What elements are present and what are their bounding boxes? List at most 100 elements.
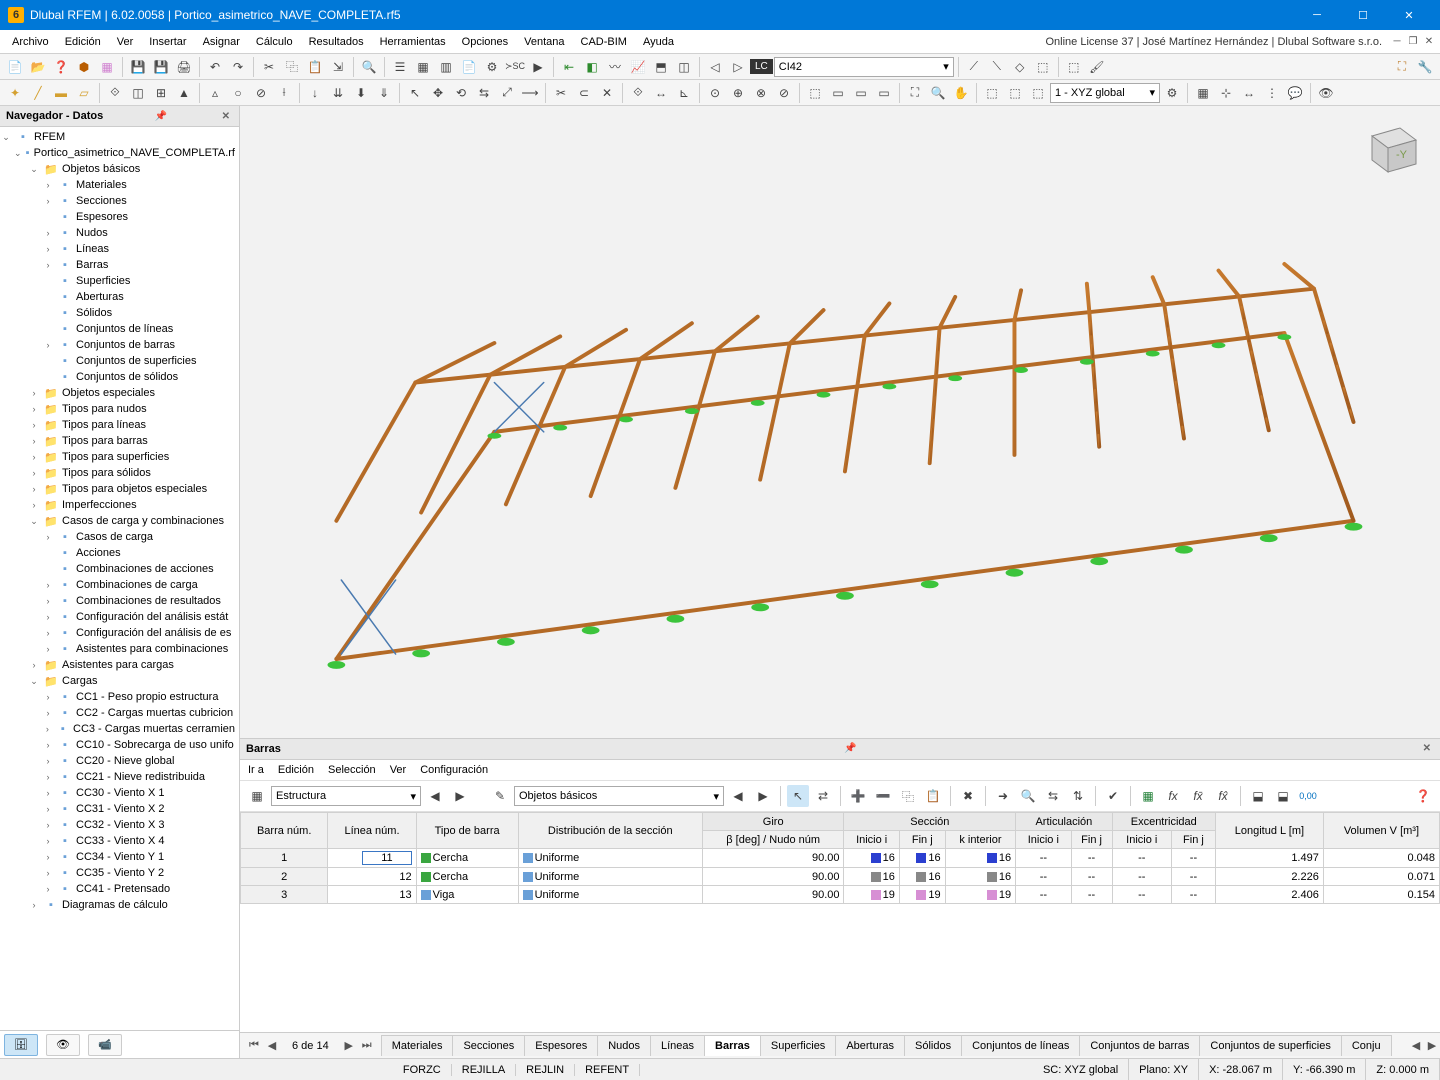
- tree-item[interactable]: ›▪Secciones: [0, 193, 239, 209]
- sc-label-button[interactable]: ≻SC: [504, 56, 526, 78]
- tree-item[interactable]: ›▪CC1 - Peso propio estructura: [0, 689, 239, 705]
- table-cell[interactable]: 1.497: [1215, 849, 1323, 868]
- row-header[interactable]: 2: [241, 868, 328, 886]
- tree-item[interactable]: ⌄▪RFEM: [0, 129, 239, 145]
- find-table-button[interactable]: 🔍: [1017, 785, 1039, 807]
- tab-first-button[interactable]: ⏮: [246, 1038, 262, 1054]
- tree-expander-icon[interactable]: ›: [28, 420, 40, 430]
- table-row[interactable]: 212CerchaUniforme90.00161616--------2.22…: [241, 868, 1440, 886]
- tree-expander-icon[interactable]: ›: [28, 468, 40, 478]
- tree-expander-icon[interactable]: ›: [42, 724, 53, 734]
- tree-expander-icon[interactable]: ›: [42, 228, 54, 238]
- new-node-button[interactable]: ✦: [4, 82, 26, 104]
- measure-2-button[interactable]: ↔: [650, 82, 672, 104]
- table-button[interactable]: ▦: [412, 56, 434, 78]
- coord-system-combo[interactable]: 1 - XYZ global▾: [1050, 83, 1160, 103]
- tabs-scroll-right[interactable]: ▶: [1424, 1038, 1440, 1054]
- tree-expander-icon[interactable]: ›: [42, 532, 54, 542]
- tree-item[interactable]: ›▪Configuración del análisis de es: [0, 625, 239, 641]
- tree-item[interactable]: ›📁Tipos para líneas: [0, 417, 239, 433]
- tree-item[interactable]: ▪Sólidos: [0, 305, 239, 321]
- addon-2-button[interactable]: 🔧: [1414, 56, 1436, 78]
- intersect-button[interactable]: ✕: [596, 82, 618, 104]
- tree-item[interactable]: ⌄📁Casos de carga y combinaciones: [0, 513, 239, 529]
- tree-expander-icon[interactable]: ⌄: [28, 676, 40, 687]
- new-file-button[interactable]: 📄: [4, 56, 26, 78]
- axes-button[interactable]: ⊹: [1215, 82, 1237, 104]
- nav-display-tab[interactable]: 👁: [46, 1034, 80, 1056]
- new-surface-button[interactable]: ▱: [73, 82, 95, 104]
- table-cell[interactable]: Uniforme: [518, 868, 702, 886]
- view-y-button[interactable]: ▭: [850, 82, 872, 104]
- tree-item[interactable]: ›📁Objetos especiales: [0, 385, 239, 401]
- table-cell[interactable]: 90.00: [702, 849, 844, 868]
- select-mode-button[interactable]: ↖: [787, 785, 809, 807]
- table-tab[interactable]: Conjuntos de líneas: [961, 1035, 1080, 1056]
- tree-expander-icon[interactable]: ⌄: [28, 516, 40, 527]
- table-cell[interactable]: 90.00: [702, 886, 844, 904]
- lc-prev-button[interactable]: ◁: [704, 56, 726, 78]
- new-line-button[interactable]: ╱: [27, 82, 49, 104]
- tree-item[interactable]: ›▪CC21 - Nieve redistribuida: [0, 769, 239, 785]
- row-header[interactable]: 1: [241, 849, 328, 868]
- table-nav-button[interactable]: ▦: [246, 785, 268, 807]
- tree-expander-icon[interactable]: ›: [42, 788, 54, 798]
- table-cell[interactable]: --: [1016, 849, 1071, 868]
- panel-menu-ver[interactable]: Ver: [390, 764, 407, 776]
- comment-button[interactable]: 💬: [1284, 82, 1306, 104]
- table-cell[interactable]: 16: [899, 849, 945, 868]
- tree-item[interactable]: ›▪Conjuntos de barras: [0, 337, 239, 353]
- measure-3-button[interactable]: ⊾: [673, 82, 695, 104]
- replace-button[interactable]: ⇆: [1042, 785, 1064, 807]
- save-button[interactable]: 💾: [127, 56, 149, 78]
- menu-ayuda[interactable]: Ayuda: [635, 32, 682, 52]
- display-button[interactable]: 👁: [1315, 82, 1337, 104]
- tree-expander-icon[interactable]: ›: [42, 180, 54, 190]
- cut-button[interactable]: ✂: [258, 56, 280, 78]
- tree-item[interactable]: ›▪CC20 - Nieve global: [0, 753, 239, 769]
- table-prev2-button[interactable]: ◀: [727, 785, 749, 807]
- report-button[interactable]: 📄: [458, 56, 480, 78]
- paint-button[interactable]: 🖌: [1086, 56, 1108, 78]
- insert-row-button[interactable]: ➕: [847, 785, 869, 807]
- table-cell[interactable]: 2.406: [1215, 886, 1323, 904]
- deformation-button[interactable]: 〰: [604, 56, 626, 78]
- filter-3-button[interactable]: ◇: [1009, 56, 1031, 78]
- menu-asignar[interactable]: Asignar: [195, 32, 248, 52]
- snap-3-button[interactable]: ⊗: [750, 82, 772, 104]
- panel-menu-configuración[interactable]: Configuración: [420, 764, 488, 776]
- table-cell[interactable]: 16: [945, 868, 1016, 886]
- table-prev-button[interactable]: ◀: [424, 785, 446, 807]
- lc-next-button[interactable]: ▷: [727, 56, 749, 78]
- zoom-window-button[interactable]: 🔍: [927, 82, 949, 104]
- model-check-button[interactable]: ⬢: [73, 56, 95, 78]
- tree-expander-icon[interactable]: ›: [28, 900, 40, 910]
- tree-item[interactable]: ›▪CC35 - Viento Y 2: [0, 865, 239, 881]
- fx3-button[interactable]: fx̂: [1212, 785, 1234, 807]
- tool-1-button[interactable]: ⟐: [104, 82, 126, 104]
- table-cell[interactable]: 16: [899, 868, 945, 886]
- workplane-y-button[interactable]: ⬚: [1004, 82, 1026, 104]
- table-next2-button[interactable]: ▶: [752, 785, 774, 807]
- snap-1-button[interactable]: ⊙: [704, 82, 726, 104]
- select-arrow-button[interactable]: ↖: [404, 82, 426, 104]
- tree-item[interactable]: ›📁Tipos para sólidos: [0, 465, 239, 481]
- release-button[interactable]: ⊘: [250, 82, 272, 104]
- tree-expander-icon[interactable]: ›: [42, 628, 54, 638]
- tree-item[interactable]: ▪Conjuntos de líneas: [0, 321, 239, 337]
- col-artic-fin[interactable]: Fin j: [1071, 831, 1112, 849]
- clear-button[interactable]: ✖: [957, 785, 979, 807]
- export-1-button[interactable]: ⬓: [1247, 785, 1269, 807]
- nav-views-tab[interactable]: 📹: [88, 1034, 122, 1056]
- table-cell[interactable]: Uniforme: [518, 886, 702, 904]
- table-cell[interactable]: --: [1016, 886, 1071, 904]
- table-cell[interactable]: 16: [844, 868, 899, 886]
- paste-button[interactable]: 📋: [304, 56, 326, 78]
- table-cell[interactable]: --: [1171, 849, 1215, 868]
- tree-expander-icon[interactable]: ›: [42, 596, 54, 606]
- table-cell[interactable]: --: [1071, 886, 1112, 904]
- status-flag-rejlin[interactable]: REJLIN: [516, 1064, 575, 1076]
- apply-button[interactable]: ✔: [1102, 785, 1124, 807]
- tree-expander-icon[interactable]: ⌄: [14, 148, 22, 159]
- panel-menu-selección[interactable]: Selección: [328, 764, 376, 776]
